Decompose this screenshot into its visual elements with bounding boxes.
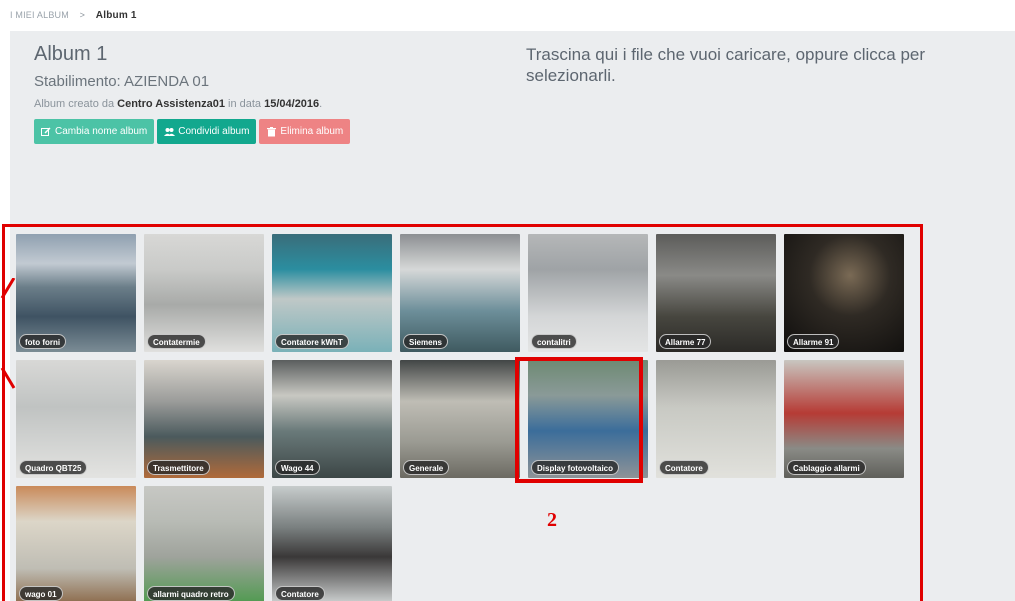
- trash-icon: [266, 126, 276, 137]
- photo-image: [144, 486, 264, 601]
- photo-label: allarmi quadro retro: [147, 586, 235, 601]
- breadcrumb-current: Album 1: [95, 10, 137, 21]
- album-actions: Cambia nome album Condividi album Elimin…: [34, 119, 351, 144]
- photo-thumb[interactable]: Allarme 77: [656, 234, 776, 352]
- photo-thumb[interactable]: Allarme 91: [784, 234, 904, 352]
- created-date: 15/04/2016: [264, 98, 320, 110]
- delete-album-label: Elimina album: [280, 126, 344, 137]
- photo-label: foto forni: [19, 334, 67, 349]
- photo-image: [16, 486, 136, 601]
- upload-dropzone[interactable]: Trascina qui i file che vuoi caricare, o…: [526, 44, 996, 86]
- rename-album-button[interactable]: Cambia nome album: [34, 119, 155, 144]
- annotation-number: 2: [547, 509, 557, 531]
- created-suffix: .: [319, 98, 323, 110]
- album-page: I MIEI ALBUM > Album 1 Album 1 Stabilime…: [10, 0, 1015, 601]
- users-icon: [164, 127, 176, 137]
- photo-label: Wago 44: [275, 460, 320, 475]
- photo-label: Quadro QBT25: [19, 460, 88, 475]
- photo-label: Contatore kWhT: [275, 334, 349, 349]
- photo-thumb[interactable]: allarmi quadro retro: [144, 486, 264, 601]
- album-site: Stabilimento: AZIENDA 01: [34, 73, 210, 90]
- created-by: Centro Assistenza01: [117, 98, 225, 110]
- rename-album-label: Cambia nome album: [55, 126, 148, 137]
- photo-label: Contatore: [659, 460, 709, 475]
- photo-thumb[interactable]: Contatermie: [144, 234, 264, 352]
- photo-label: wago 01: [19, 586, 63, 601]
- photo-label: Display fotovoltaico: [531, 460, 620, 475]
- share-album-button[interactable]: Condividi album: [157, 119, 257, 144]
- photo-label: Allarme 77: [659, 334, 712, 349]
- photo-label: Contatore: [275, 586, 325, 601]
- photo-thumb[interactable]: wago 01: [16, 486, 136, 601]
- breadcrumb-root[interactable]: I MIEI ALBUM: [10, 10, 69, 20]
- annotation-left-line-icon: [0, 278, 16, 389]
- photo-thumb[interactable]: Wago 44: [272, 360, 392, 478]
- page-title: Album 1: [34, 43, 108, 65]
- photo-label: Allarme 91: [787, 334, 840, 349]
- photo-label: contalitri: [531, 334, 577, 349]
- photo-thumb[interactable]: Contatore: [656, 360, 776, 478]
- created-mid: in data: [224, 98, 265, 110]
- album-created-info: Album creato da Centro Assistenza01 in d…: [34, 98, 322, 110]
- photo-thumb[interactable]: Siemens: [400, 234, 520, 352]
- breadcrumb: I MIEI ALBUM > Album 1: [10, 0, 1015, 31]
- photo-label: Siemens: [403, 334, 448, 349]
- photo-thumb[interactable]: Cablaggio allarmi: [784, 360, 904, 478]
- photo-thumb[interactable]: Contatore kWhT: [272, 234, 392, 352]
- photo-label: Generale: [403, 460, 450, 475]
- photo-thumb[interactable]: contalitri: [528, 234, 648, 352]
- photo-thumb[interactable]: Quadro QBT25: [16, 360, 136, 478]
- photo-image: [272, 486, 392, 601]
- delete-album-button[interactable]: Elimina album: [259, 119, 351, 144]
- share-album-label: Condividi album: [178, 126, 250, 137]
- breadcrumb-separator: >: [79, 10, 86, 20]
- photo-thumb[interactable]: foto forni: [16, 234, 136, 352]
- created-prefix: Album creato da: [34, 98, 118, 110]
- photo-thumb[interactable]: Generale: [400, 360, 520, 478]
- photo-label: Cablaggio allarmi: [787, 460, 866, 475]
- photo-thumb[interactable]: Trasmettitore: [144, 360, 264, 478]
- photo-label: Trasmettitore: [147, 460, 210, 475]
- photo-thumb[interactable]: Display fotovoltaico: [528, 360, 648, 478]
- photo-thumb[interactable]: Contatore: [272, 486, 392, 601]
- edit-icon: [41, 127, 51, 137]
- photo-label: Contatermie: [147, 334, 206, 349]
